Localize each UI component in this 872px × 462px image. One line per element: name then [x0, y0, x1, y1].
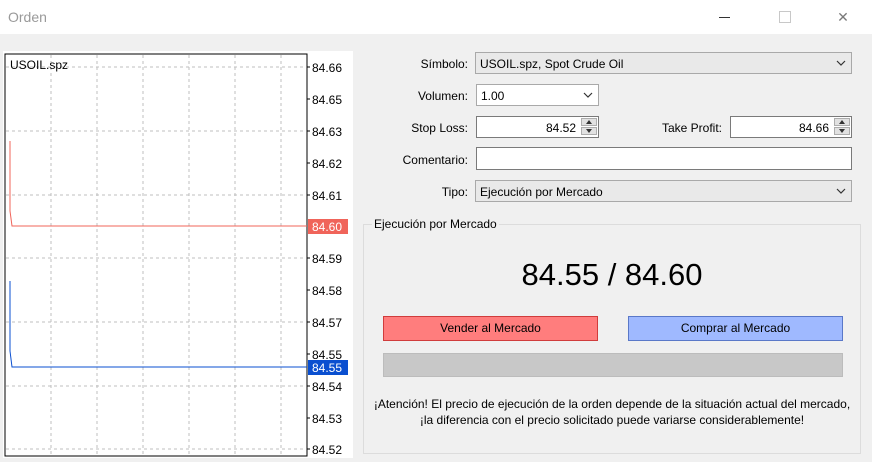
volume-label: Volumen: — [417, 89, 468, 103]
stoploss-value: 84.52 — [545, 121, 576, 135]
bid-ask-price: 84.55 / 84.60 — [521, 257, 703, 292]
price-axis-label: 84.59 — [312, 252, 342, 266]
comment-field[interactable] — [476, 147, 852, 170]
arrow-up-icon — [586, 120, 592, 124]
takeprofit-up-button[interactable] — [834, 118, 850, 126]
price-axis-label: 84.58 — [312, 284, 342, 298]
price-axis-label: 84.66 — [312, 61, 342, 75]
takeprofit-label: Take Profit: — [661, 121, 722, 135]
minimize-icon — [719, 17, 730, 18]
window-title: Orden — [8, 9, 47, 25]
comment-label: Comentario: — [402, 153, 468, 167]
execution-progress-bar — [383, 353, 843, 377]
arrow-down-icon — [586, 129, 592, 133]
symbol-value: USOIL.spz, Spot Crude Oil — [480, 57, 624, 71]
chevron-down-icon — [583, 92, 593, 98]
takeprofit-stepper[interactable]: 84.66 — [730, 116, 852, 138]
plot-area — [4, 53, 308, 457]
volume-value: 1.00 — [481, 89, 505, 103]
type-select[interactable]: Ejecución por Mercado — [475, 180, 852, 202]
price-axis-label: 84.55 — [312, 348, 342, 362]
chart-canvas: USOIL.spz 84.66 84.65 84.63 84.62 84.61 84.59… — [4, 53, 348, 457]
minimize-button[interactable] — [703, 0, 749, 34]
stoploss-down-button[interactable] — [581, 127, 597, 135]
price-axis-label: 84.54 — [312, 380, 342, 394]
chevron-down-icon — [836, 188, 846, 194]
sell-market-button[interactable]: Vender al Mercado — [383, 316, 598, 341]
price-chart: USOIL.spz 84.66 84.65 84.63 84.62 84.61 84.59… — [3, 51, 353, 458]
price-axis-label: 84.63 — [312, 125, 342, 139]
chevron-down-icon — [836, 60, 846, 66]
price-axis-label: 84.53 — [312, 412, 342, 426]
execution-warning: ¡Atención! El precio de ejecución de la … — [373, 397, 851, 427]
buy-market-button[interactable]: Comprar al Mercado — [628, 316, 843, 341]
stoploss-stepper[interactable]: 84.52 — [476, 116, 599, 138]
price-axis: 84.66 84.65 84.63 84.62 84.61 84.59 84.58 84.57… — [307, 61, 342, 457]
takeprofit-value: 84.66 — [798, 121, 829, 135]
execution-group-title: Ejecución por Mercado — [372, 217, 499, 231]
arrow-up-icon — [839, 120, 845, 124]
takeprofit-down-button[interactable] — [834, 127, 850, 135]
ask-price-label: 84.60 — [312, 220, 342, 234]
maximize-button[interactable] — [762, 0, 808, 34]
maximize-icon — [779, 11, 791, 23]
type-label: Tipo: — [441, 185, 468, 199]
stoploss-label: Stop Loss: — [411, 121, 468, 135]
price-axis-label: 84.62 — [312, 157, 342, 171]
symbol-select[interactable]: USOIL.spz, Spot Crude Oil — [475, 52, 852, 74]
arrow-down-icon — [839, 129, 845, 133]
bid-price-label: 84.55 — [312, 361, 342, 375]
chart-symbol: USOIL.spz — [10, 58, 68, 72]
price-axis-label: 84.61 — [312, 189, 342, 203]
price-axis-label: 84.65 — [312, 93, 342, 107]
price-axis-label: 84.57 — [312, 316, 342, 330]
symbol-label: Símbolo: — [420, 57, 468, 71]
close-icon: ✕ — [837, 9, 849, 25]
title-bar: Orden ✕ — [0, 0, 872, 34]
volume-combo[interactable]: 1.00 — [476, 84, 599, 106]
close-button[interactable]: ✕ — [820, 0, 866, 34]
price-axis-label: 84.52 — [312, 443, 342, 457]
stoploss-up-button[interactable] — [581, 118, 597, 126]
type-value: Ejecución por Mercado — [480, 185, 603, 199]
